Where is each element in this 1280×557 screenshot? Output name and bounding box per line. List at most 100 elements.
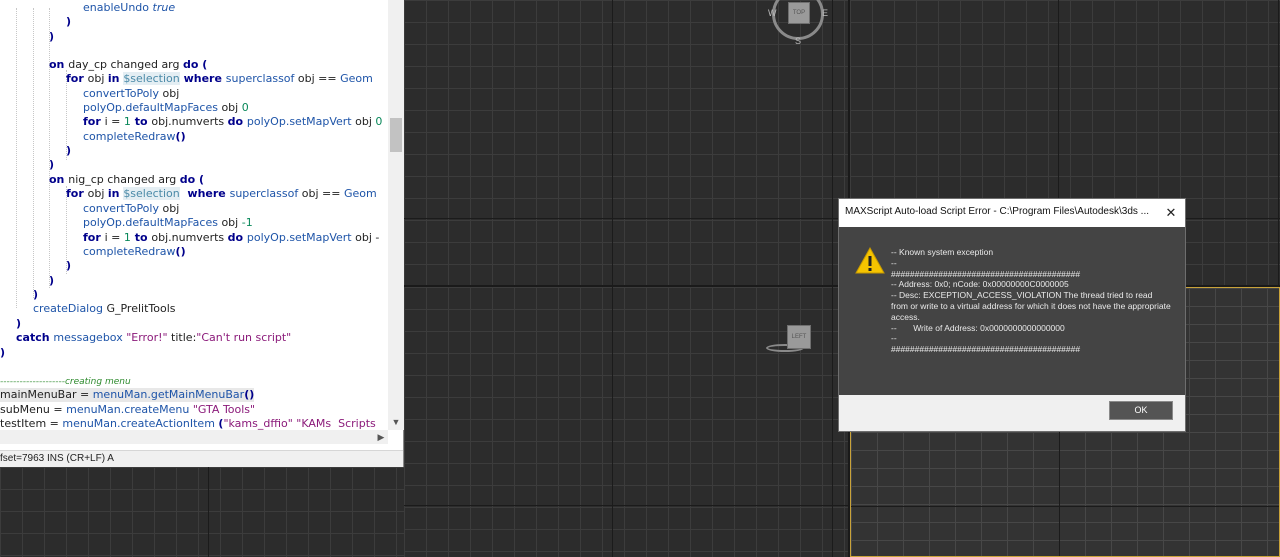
code-token: for <box>83 115 105 128</box>
code-token: where <box>179 187 230 200</box>
dialog-title-bar[interactable]: MAXScript Auto-load Script Error - C:\Pr… <box>839 199 1185 227</box>
code-line: ) <box>16 317 21 331</box>
code-token: where <box>179 72 226 85</box>
vertical-scrollbar[interactable] <box>388 0 404 430</box>
viewcube-left-face[interactable]: LEFT <box>787 325 811 349</box>
code-token: menuMan.getMainMenuBar <box>92 388 245 401</box>
code-token: ) <box>66 15 72 28</box>
message-line: -- <box>891 257 897 268</box>
message-line: -- Address: 0x0; nCode: 0x00000000C00000… <box>891 279 1069 290</box>
code-token: obj <box>87 187 108 200</box>
code-token: i = <box>104 115 124 128</box>
code-token: polyOp.setMapVert <box>246 115 352 128</box>
code-token: obj <box>87 72 108 85</box>
code-line: polyOp.defaultMapFaces obj 0 <box>83 101 249 115</box>
code-token: mainMenuBar = <box>0 388 93 401</box>
code-token: do <box>227 231 247 244</box>
viewcube-top-face[interactable]: TOP <box>788 2 810 24</box>
code-line: --------------------creating menu <box>0 374 131 388</box>
vertical-scrollbar-thumb[interactable] <box>390 118 402 152</box>
code-token: polyOp.defaultMapFaces <box>83 101 218 114</box>
code-line: ) <box>33 288 38 302</box>
code-token: do <box>179 173 196 186</box>
code-token: 1 <box>123 231 131 244</box>
code-token: subMenu = <box>0 403 67 416</box>
code-token: () <box>175 130 186 143</box>
code-token: completeRedraw <box>83 245 176 258</box>
code-token: $selection <box>123 72 180 85</box>
code-line: subMenu = menuMan.createMenu "GTA Tools" <box>0 403 255 417</box>
code-token: ) <box>16 317 22 330</box>
code-token: createDialog <box>33 302 103 315</box>
code-token: completeRedraw <box>83 130 176 143</box>
code-area[interactable]: enableUndo true)) on day_cp changed arg d… <box>0 0 388 430</box>
code-token: day_cp changed arg <box>68 58 183 71</box>
code-token: --------------------creating menu <box>0 377 131 387</box>
code-token: nig_cp changed arg <box>68 173 180 186</box>
code-line: on day_cp changed arg do ( <box>49 58 207 72</box>
code-token: for <box>66 72 88 85</box>
code-line: for obj in $selection where superclassof… <box>66 187 377 201</box>
code-token: obj.numverts <box>151 231 228 244</box>
dialog-footer: OK <box>839 395 1185 431</box>
message-line: -- Write of Address: 0x0000000000000000 <box>891 322 1065 333</box>
code-token: menuMan.createMenu <box>66 403 193 416</box>
code-token: "Can't run script" <box>196 331 292 344</box>
code-token: obj == <box>298 187 344 200</box>
scroll-down-arrow-icon[interactable]: ▼ <box>390 416 402 428</box>
code-token: superclassof <box>225 72 295 85</box>
code-token: Geom <box>340 72 373 85</box>
dialog-body: -- Known system exception -- ###########… <box>839 227 1185 395</box>
code-line: testItem = menuMan.createActionItem ("ka… <box>0 417 376 430</box>
code-token: obj - <box>351 231 380 244</box>
code-token: ( <box>195 173 205 186</box>
message-line: ######################################## <box>891 344 1081 355</box>
code-token: enableUndo <box>83 1 153 14</box>
code-token: 1 <box>123 115 131 128</box>
code-token: obj <box>158 87 180 100</box>
ok-button[interactable]: OK <box>1109 401 1173 420</box>
horizontal-scrollbar[interactable] <box>0 430 388 444</box>
code-line: ) <box>66 15 71 29</box>
message-line: -- Known system exception <box>891 247 994 257</box>
code-token: obj.numverts <box>151 115 228 128</box>
code-line: ) <box>66 144 71 158</box>
code-token: for <box>66 187 88 200</box>
message-line: ######################################## <box>891 268 1081 279</box>
viewcube-left[interactable]: LEFT <box>766 322 811 356</box>
code-token: $selection <box>123 187 180 200</box>
code-token: i = <box>104 231 124 244</box>
code-line: for i = 1 to obj.numverts do polyOp.setM… <box>83 115 382 129</box>
viewport-background <box>0 467 404 557</box>
warning-icon <box>855 246 885 279</box>
code-token: 0 <box>241 101 249 114</box>
code-line: catch messagebox "Error!" title:"Can't r… <box>16 331 291 345</box>
maxscript-editor-window: enableUndo true)) on day_cp changed arg d… <box>0 0 404 467</box>
code-token: true <box>152 1 176 14</box>
code-token: G_PrelitTools <box>102 302 176 315</box>
code-line: createDialog G_PrelitTools <box>33 302 175 316</box>
compass-east-label: E <box>822 8 829 18</box>
code-token: do <box>183 58 199 71</box>
code-line: completeRedraw() <box>83 130 186 144</box>
code-token: "Error!" <box>126 331 168 344</box>
close-icon[interactable]: ✕ <box>1161 203 1181 223</box>
code-token: () <box>244 388 255 401</box>
code-token: in <box>107 72 124 85</box>
code-token: ) <box>66 259 72 272</box>
code-line: for i = 1 to obj.numverts do polyOp.setM… <box>83 231 379 245</box>
code-line: ) <box>49 158 54 172</box>
code-token: title: <box>167 331 197 344</box>
code-token: superclassof <box>229 187 299 200</box>
code-token: in <box>107 187 124 200</box>
scroll-right-arrow-icon[interactable]: ▶ <box>375 430 387 444</box>
code-token: ( <box>198 58 208 71</box>
code-line: completeRedraw() <box>83 245 186 259</box>
code-token: on <box>49 173 69 186</box>
code-token: to <box>130 231 152 244</box>
message-line: -- Desc: EXCEPTION_ACCESS_VIOLATION The … <box>891 290 1171 322</box>
dialog-title: MAXScript Auto-load Script Error - C:\Pr… <box>845 206 1149 217</box>
viewcube-top[interactable]: TOP W E S <box>768 0 829 46</box>
code-token: obj == <box>294 72 341 85</box>
message-line: -- <box>891 333 897 344</box>
